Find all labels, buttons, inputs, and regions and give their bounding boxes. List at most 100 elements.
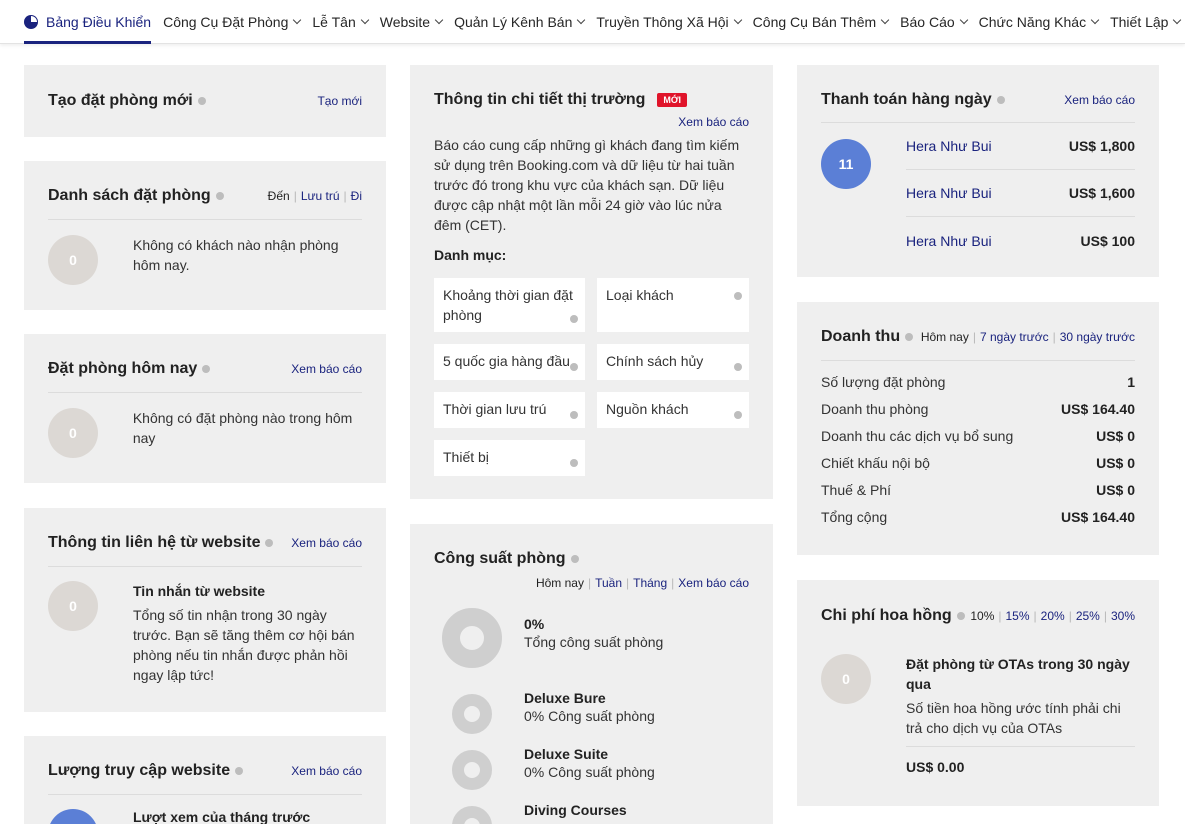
nav-reports[interactable]: Báo Cáo	[900, 0, 968, 44]
nav-other-features[interactable]: Chức Năng Khác	[978, 0, 1100, 44]
category-booking-window[interactable]: Khoảng thời gian đặt phòng	[434, 278, 585, 332]
chevron-down-icon	[434, 15, 444, 25]
subtitle: Tin nhắn từ website	[133, 583, 266, 599]
view-report-link[interactable]: Xem báo cáo	[678, 576, 749, 590]
website-contact-card: Thông tin liên hệ từ website Xem báo cáo…	[24, 508, 386, 712]
nav-settings[interactable]: Thiết Lập	[1110, 0, 1182, 44]
category-length-of-stay[interactable]: Thời gian lưu trú	[434, 392, 585, 428]
rate-30[interactable]: 30%	[1111, 609, 1135, 623]
nav-booking-tools[interactable]: Công Cụ Đặt Phòng	[163, 0, 302, 44]
revenue-row: Doanh thu phòng US$ 164.40	[821, 401, 1135, 417]
filter-week[interactable]: Tuần	[595, 576, 622, 590]
nav-website[interactable]: Website	[379, 0, 444, 44]
card-title: Đặt phòng hôm nay	[48, 360, 211, 378]
category-device[interactable]: Thiết bị	[434, 440, 585, 476]
view-report-link[interactable]: Xem báo cáo	[291, 362, 362, 376]
info-icon[interactable]	[215, 192, 224, 200]
nav-label: Chức Năng Khác	[978, 13, 1087, 30]
info-icon[interactable]	[202, 365, 211, 373]
count-circle: 0	[821, 654, 871, 704]
chevron-down-icon	[360, 15, 369, 25]
nav-channel-manager[interactable]: Quản Lý Kênh Bán	[454, 0, 586, 44]
category-label: Danh mục:	[434, 247, 507, 263]
guest-name-link[interactable]: Hera Như Bui	[906, 233, 992, 249]
revenue-row: Tổng cộng US$ 164.40	[821, 509, 1135, 525]
total-label: Tổng công suất phòng	[524, 634, 664, 650]
category-top-countries[interactable]: 5 quốc gia hàng đầu	[434, 344, 585, 380]
guest-name-link[interactable]: Hera Như Bui	[906, 185, 992, 201]
info-icon[interactable]	[905, 333, 914, 341]
card-title: Chi phí hoa hồng	[821, 607, 965, 625]
info-icon	[570, 411, 578, 419]
chevron-down-icon	[959, 15, 968, 25]
chevron-down-icon	[880, 15, 890, 25]
card-title: Thanh toán hàng ngày	[821, 91, 1005, 109]
info-icon	[570, 315, 578, 323]
revenue-card: Doanh thu Hôm nay | 7 ngày trước | 30 ngày t…	[797, 302, 1159, 555]
info-icon[interactable]	[570, 555, 579, 563]
info-icon[interactable]	[197, 97, 206, 105]
payment-row: Hera Như Bui US$ 1,800	[906, 123, 1135, 170]
info-icon[interactable]	[996, 95, 1005, 104]
nav-front-desk[interactable]: Lễ Tân	[312, 0, 369, 44]
category-guest-source[interactable]: Nguồn khách	[597, 392, 749, 428]
rate-20[interactable]: 20%	[1041, 609, 1065, 623]
nav-label: Website	[379, 13, 431, 30]
rate-15[interactable]: 15%	[1006, 609, 1030, 623]
nav-dashboard[interactable]: Bảng Điều Khiển	[24, 0, 152, 44]
count-circle: 0	[48, 581, 98, 631]
filter-departure[interactable]: Đi	[351, 189, 362, 203]
filter-stay[interactable]: Lưu trú	[301, 189, 340, 203]
filter-30-days[interactable]: 30 ngày trước	[1060, 330, 1135, 344]
nav-label: Lễ Tân	[312, 13, 356, 30]
empty-message: Không có đặt phòng nào trong hôm nay	[132, 410, 353, 446]
rate-10[interactable]: 10%	[970, 609, 994, 623]
category-cancellation-policy[interactable]: Chính sách hủy	[597, 344, 749, 380]
nav-label: Thiết Lập	[1110, 13, 1169, 30]
payment-amount: US$ 100	[1080, 232, 1135, 249]
filter-today[interactable]: Hôm nay	[536, 576, 584, 590]
chevron-down-icon	[577, 15, 586, 25]
info-icon	[570, 363, 578, 371]
create-new-link[interactable]: Tạo mới	[317, 94, 362, 108]
nav-label: Công Cụ Bán Thêm	[752, 13, 877, 30]
info-icon[interactable]	[265, 539, 274, 547]
view-report-link[interactable]: Xem báo cáo	[1064, 93, 1135, 107]
chevron-down-icon	[1090, 15, 1100, 25]
payment-row: Hera Như Bui US$ 100	[906, 217, 1135, 264]
view-report-link[interactable]: Xem báo cáo	[678, 115, 749, 129]
daily-payment-card: Thanh toán hàng ngày Xem báo cáo 11 Hera…	[797, 65, 1159, 277]
view-report-link[interactable]: Xem báo cáo	[291, 536, 362, 550]
nav-label: Quản Lý Kênh Bán	[454, 13, 573, 30]
filter-today[interactable]: Hôm nay	[921, 330, 969, 344]
commission-amount: US$ 0.00	[906, 759, 965, 775]
room-ring	[452, 694, 492, 734]
count-circle: 0	[48, 408, 98, 458]
card-title: Danh sách đặt phòng	[48, 187, 224, 205]
info-icon	[734, 292, 742, 300]
view-report-link[interactable]: Xem báo cáo	[291, 764, 362, 778]
info-icon[interactable]	[235, 767, 244, 775]
nav-label: Truyền Thông Xã Hội	[596, 13, 729, 30]
filter-month[interactable]: Tháng	[633, 576, 667, 590]
subtitle: Lượt xem của tháng trước	[133, 809, 311, 824]
new-badge: MỚI	[657, 93, 688, 107]
filter-arrival[interactable]: Đến	[268, 189, 290, 203]
rate-25[interactable]: 25%	[1076, 609, 1100, 623]
room-value: 0% Công suất phòng	[524, 764, 655, 780]
guest-name-link[interactable]: Hera Như Bui	[906, 138, 992, 154]
filter-7-days[interactable]: 7 ngày trước	[980, 330, 1049, 344]
payment-amount: US$ 1,800	[1068, 138, 1135, 154]
nav-upsell-tools[interactable]: Công Cụ Bán Thêm	[752, 0, 890, 44]
info-icon[interactable]	[956, 612, 965, 620]
payment-count-circle: 11	[821, 139, 871, 189]
payment-amount: US$ 1,600	[1068, 185, 1135, 201]
card-title: Tạo đặt phòng mới	[48, 92, 206, 110]
chevron-down-icon	[733, 15, 742, 25]
description: Báo cáo cung cấp những gì khách đang tìm…	[434, 137, 740, 233]
room-name: Deluxe Bure	[524, 690, 606, 706]
category-guest-type[interactable]: Loại khách	[597, 278, 749, 332]
nav-social-media[interactable]: Truyền Thông Xã Hội	[596, 0, 742, 44]
subtitle: Đặt phòng từ OTAs trong 30 ngày qua	[906, 656, 1130, 692]
occupancy-ring	[442, 608, 502, 668]
